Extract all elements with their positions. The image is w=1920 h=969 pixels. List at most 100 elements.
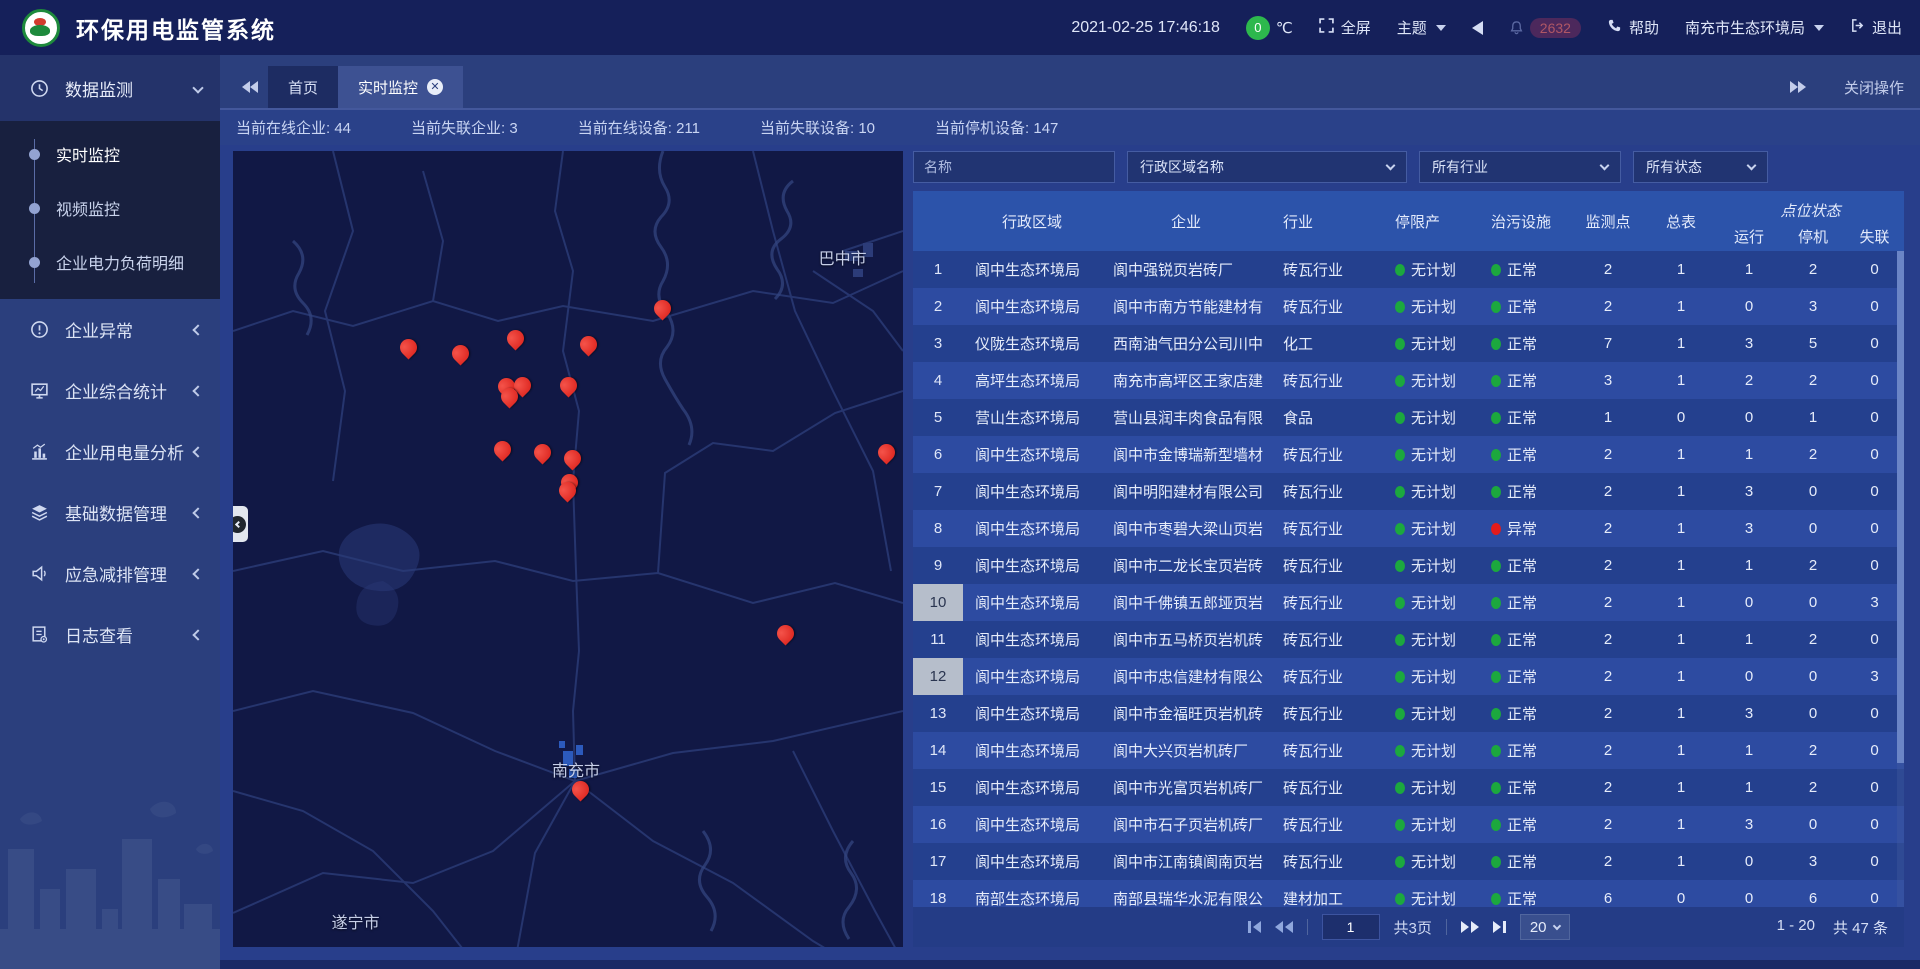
cell-stop-status: 无计划 [1383,436,1479,473]
table-row[interactable]: 12阆中生态环境局阆中市忠信建材有限公砖瓦行业无计划正常21003 [913,658,1904,695]
table-row[interactable]: 1阆中生态环境局阆中强锐页岩砖厂砖瓦行业无计划正常21120 [913,251,1904,288]
table-row[interactable]: 6阆中生态环境局阆中市金博瑞新型墙材砖瓦行业无计划正常21120 [913,436,1904,473]
total-label: 共 47 条 [1833,917,1888,938]
col-industry: 行业 [1271,191,1383,251]
page-number-input[interactable] [1321,914,1379,940]
table-row[interactable]: 2阆中生态环境局阆中市南方节能建材有砖瓦行业无计划正常21030 [913,288,1904,325]
table-row[interactable]: 10阆中生态环境局阆中千佛镇五郎垭页岩砖瓦行业无计划正常21003 [913,584,1904,621]
first-page-button[interactable] [1247,921,1260,933]
sidebar-item-enterprise-anomaly[interactable]: 企业异常 [0,299,220,360]
cell-industry: 食品 [1271,399,1383,436]
table-row[interactable]: 5营山生态环境局营山县润丰肉食品有限食品无计划正常10010 [913,399,1904,436]
status-dot-icon [1395,856,1405,868]
name-filter-input[interactable] [913,151,1115,183]
notifications-button[interactable]: 2632 [1509,18,1581,38]
tab-realtime-monitoring[interactable]: 实时监控 ✕ [338,66,463,108]
map-pin[interactable] [653,298,671,322]
sidebar-item-base-data[interactable]: 基础数据管理 [0,482,220,543]
table-row[interactable]: 14阆中生态环境局阆中大兴页岩机砖厂砖瓦行业无计划正常21120 [913,732,1904,769]
alert-circle-icon [30,320,49,339]
sidebar-item-emergency-reduction[interactable]: 应急减排管理 [0,543,220,604]
cell-region: 阆中生态环境局 [963,732,1101,769]
table-row[interactable]: 8阆中生态环境局阆中市枣碧大梁山页岩砖瓦行业无计划异常21300 [913,510,1904,547]
table-row[interactable]: 7阆中生态环境局阆中明阳建材有限公司砖瓦行业无计划正常21300 [913,473,1904,510]
status-dot-icon [1491,486,1501,498]
sidebar-item-data-monitoring[interactable]: 数据监测 [0,55,220,121]
cell-industry: 化工 [1271,325,1383,362]
chevron-left-icon [192,568,203,579]
map-pin[interactable] [580,334,598,358]
table-row[interactable]: 17阆中生态环境局阆中市江南镇阆南页岩砖瓦行业无计划正常21030 [913,843,1904,880]
temperature: 0 ℃ [1246,16,1293,40]
cell-meter-count: 1 [1645,473,1717,510]
map-pin[interactable] [507,328,525,352]
map-pin[interactable] [564,448,582,472]
sidebar-item-power-analysis[interactable]: 企业用电量分析 [0,421,220,482]
cell-lost-count: 0 [1845,621,1904,658]
tab-scroll-right-button[interactable] [1780,66,1816,108]
logout-button[interactable]: 退出 [1850,17,1902,38]
map-pin[interactable] [878,442,896,466]
tab-close-icon[interactable]: ✕ [427,79,443,95]
table-row[interactable]: 13阆中生态环境局阆中市金福旺页岩机砖砖瓦行业无计划正常21300 [913,695,1904,732]
cell-stop-status: 无计划 [1383,843,1479,880]
col-point-status-group: 点位状态 [1717,191,1904,221]
sidebar-item-realtime-monitoring[interactable]: 实时监控 [0,127,220,181]
table-row[interactable]: 11阆中生态环境局阆中市五马桥页岩机砖砖瓦行业无计划正常21120 [913,621,1904,658]
collapse-map-button[interactable] [233,506,248,542]
tab-home[interactable]: 首页 [268,66,338,108]
pin-icon [773,621,797,645]
prev-page-button[interactable] [1274,921,1292,933]
cell-run-count: 1 [1717,547,1781,584]
sidebar-item-video-monitoring[interactable]: 视频监控 [0,181,220,235]
status-dot-icon [1395,338,1405,350]
map-pin[interactable] [572,779,590,803]
map-pin[interactable] [776,623,794,647]
industry-filter-select[interactable]: 所有行业 [1419,151,1621,183]
chevron-left-icon [192,324,203,335]
map-pin[interactable] [400,337,418,361]
cell-region: 营山生态环境局 [963,399,1101,436]
close-operations-button[interactable]: 关闭操作 [1844,77,1904,98]
map-pin[interactable] [560,375,578,399]
map-pin[interactable] [493,439,511,463]
status-dot-icon [1491,856,1501,868]
last-page-button[interactable] [1493,921,1506,933]
document-gear-icon [30,625,49,644]
status-dot-icon [1491,708,1501,720]
help-button[interactable]: 帮助 [1607,17,1659,38]
sidebar-item-log-view[interactable]: 日志查看 [0,604,220,665]
scrollbar-thumb[interactable] [1897,251,1904,763]
cell-enterprise: 阆中大兴页岩机砖厂 [1101,732,1271,769]
table-row[interactable]: 16阆中生态环境局阆中市石子页岩机砖厂砖瓦行业无计划正常21300 [913,806,1904,843]
map-pin[interactable] [451,343,469,367]
status-filter-select[interactable]: 所有状态 [1633,151,1768,183]
status-dot-icon [1395,782,1405,794]
organization-dropdown[interactable]: 南充市生态环境局 [1685,17,1824,38]
page-size-select[interactable]: 20 [1520,914,1570,940]
sound-button[interactable] [1472,21,1483,35]
table-row[interactable]: 9阆中生态环境局阆中市二龙长宝页岩砖砖瓦行业无计划正常21120 [913,547,1904,584]
cell-lost-count: 3 [1845,584,1904,621]
tab-scroll-left-button[interactable] [232,66,268,108]
region-filter-select[interactable]: 行政区域名称 [1127,151,1407,183]
status-dot-icon [1491,301,1501,313]
map-canvas[interactable]: 巴中市 南充市 遂宁市 [233,151,903,947]
table-row[interactable]: 18南部生态环境局南部县瑞华水泥有限公建材加工无计划正常60060 [913,880,1904,907]
chevron-down-icon [1747,161,1757,171]
map-pin[interactable] [501,386,519,410]
map-pin[interactable] [534,442,552,466]
table-row[interactable]: 4高坪生态环境局南充市高坪区王家店建砖瓦行业无计划正常31220 [913,362,1904,399]
status-dot-icon [1395,745,1405,757]
sidebar-item-power-load-detail[interactable]: 企业电力负荷明细 [0,235,220,289]
theme-dropdown[interactable]: 主题 [1397,17,1446,38]
sidebar-item-enterprise-statistics[interactable]: 企业综合统计 [0,360,220,421]
fullscreen-button[interactable]: 全屏 [1319,17,1371,38]
next-page-button[interactable] [1461,921,1479,933]
table-row[interactable]: 3仪陇生态环境局西南油气田分公司川中化工无计划正常71350 [913,325,1904,362]
status-dot-icon [1395,560,1405,572]
cell-stop-status: 无计划 [1383,584,1479,621]
map-pin[interactable] [558,480,576,504]
table-row[interactable]: 15阆中生态环境局阆中市光富页岩机砖厂砖瓦行业无计划正常21120 [913,769,1904,806]
logout-icon [1850,18,1865,37]
